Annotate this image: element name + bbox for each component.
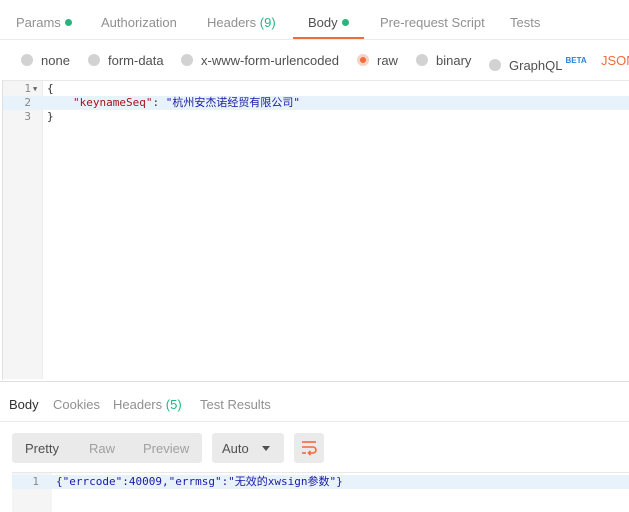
body-type-options: none form-data x-www-form-urlencoded raw… xyxy=(0,41,629,79)
radio-binary[interactable]: binary xyxy=(416,53,471,69)
response-format-select[interactable]: Auto xyxy=(212,433,284,463)
line-number: 2 xyxy=(24,96,31,109)
radio-raw[interactable]: raw xyxy=(357,53,398,69)
graphql-beta-badge: BETA xyxy=(565,56,587,65)
radio-none[interactable]: none xyxy=(21,53,70,69)
response-format-label: Auto xyxy=(222,441,249,456)
radio-binary-label: binary xyxy=(436,53,472,68)
params-status-dot xyxy=(64,19,72,26)
code-text: "keynameSeq": "杭州安杰诺经贸有限公司" xyxy=(73,96,300,110)
tab-params-label: Params xyxy=(16,15,61,30)
radio-urlencoded[interactable]: x-www-form-urlencoded xyxy=(181,53,339,69)
request-body-editor[interactable]: 1 ▼ { 2 "keynameSeq": "杭州安杰诺经贸有限公司" 3 } xyxy=(2,80,629,380)
tab-headers-count: (9) xyxy=(259,15,276,30)
code-text: } xyxy=(47,110,54,123)
tab-pre-request-script[interactable]: Pre-request Script xyxy=(380,14,485,34)
code-line: 3 } xyxy=(3,110,629,124)
radio-form-data-label: form-data xyxy=(108,53,164,68)
view-preview-button[interactable]: Preview xyxy=(143,441,189,456)
word-wrap-icon xyxy=(302,441,317,456)
radio-graphql[interactable]: GraphQL BETA xyxy=(489,53,587,73)
json-value: "杭州安杰诺经贸有限公司" xyxy=(165,96,300,109)
tab-tests-label: Tests xyxy=(510,15,541,30)
response-tab-headers-label: Headers xyxy=(113,397,163,412)
tab-authorization-label: Authorization xyxy=(101,15,177,30)
response-tab-headers[interactable]: Headers (5) xyxy=(113,397,182,412)
json-key: "keynameSeq" xyxy=(73,96,153,109)
radio-graphql-label: GraphQL xyxy=(509,58,563,73)
tab-body[interactable]: Body xyxy=(308,14,349,34)
response-tabs: Body Cookies Headers (5) Test Results xyxy=(0,382,629,422)
code-text: { xyxy=(47,82,54,95)
tab-tests[interactable]: Tests xyxy=(510,14,540,34)
response-tab-body-label: Body xyxy=(9,397,39,412)
json-separator: : xyxy=(152,96,166,109)
caret-down-icon xyxy=(262,446,270,451)
tab-authorization[interactable]: Authorization xyxy=(101,14,177,34)
view-raw-button[interactable]: Raw xyxy=(89,441,115,456)
tab-headers-label: Headers xyxy=(207,15,257,30)
tab-pre-request-script-label: Pre-request Script xyxy=(380,15,485,30)
radio-graphql-circle xyxy=(489,59,501,71)
view-pretty-button[interactable]: Pretty xyxy=(25,441,59,456)
active-tab-indicator xyxy=(293,37,364,39)
radio-raw-label: raw xyxy=(377,53,398,68)
line-number: 1 xyxy=(24,82,31,95)
radio-form-data[interactable]: form-data xyxy=(88,53,164,69)
response-tab-body[interactable]: Body xyxy=(9,397,39,412)
response-tab-test-results-label: Test Results xyxy=(200,397,271,412)
response-text: {"errcode":40009,"errmsg":"无效的xwsign参数"} xyxy=(56,475,343,488)
word-wrap-button[interactable] xyxy=(294,433,324,463)
radio-binary-circle xyxy=(416,54,428,66)
tab-body-label: Body xyxy=(308,15,338,30)
response-tab-test-results[interactable]: Test Results xyxy=(200,397,271,412)
code-line: 2 "keynameSeq": "杭州安杰诺经贸有限公司" xyxy=(3,96,629,110)
response-line: 1 {"errcode":40009,"errmsg":"无效的xwsign参数… xyxy=(12,475,629,489)
editor-gutter xyxy=(3,81,43,379)
line-number: 3 xyxy=(24,110,31,123)
body-format-label: JSON xyxy=(601,53,629,68)
response-body-viewer[interactable]: 1 {"errcode":40009,"errmsg":"无效的xwsign参数… xyxy=(12,472,629,512)
line-number: 1 xyxy=(32,475,39,488)
radio-raw-circle xyxy=(357,54,369,66)
response-tab-cookies[interactable]: Cookies xyxy=(53,397,100,412)
response-view-toggle: Pretty Raw Preview xyxy=(12,433,202,463)
code-line: 1 ▼ { xyxy=(3,82,629,96)
request-tabs: Params Authorization Headers (9) Body Pr… xyxy=(0,0,629,40)
radio-none-label: none xyxy=(41,53,70,68)
tab-params[interactable]: Params xyxy=(16,14,72,34)
radio-urlencoded-label: x-www-form-urlencoded xyxy=(201,53,339,68)
fold-arrow-icon[interactable]: ▼ xyxy=(33,82,37,96)
radio-none-circle xyxy=(21,54,33,66)
response-tab-cookies-label: Cookies xyxy=(53,397,100,412)
body-format-select[interactable]: JSON xyxy=(601,53,629,68)
tab-headers[interactable]: Headers (9) xyxy=(207,14,276,34)
body-status-dot xyxy=(341,19,349,26)
radio-form-data-circle xyxy=(88,54,100,66)
response-tab-headers-count: (5) xyxy=(165,397,182,412)
radio-urlencoded-circle xyxy=(181,54,193,66)
